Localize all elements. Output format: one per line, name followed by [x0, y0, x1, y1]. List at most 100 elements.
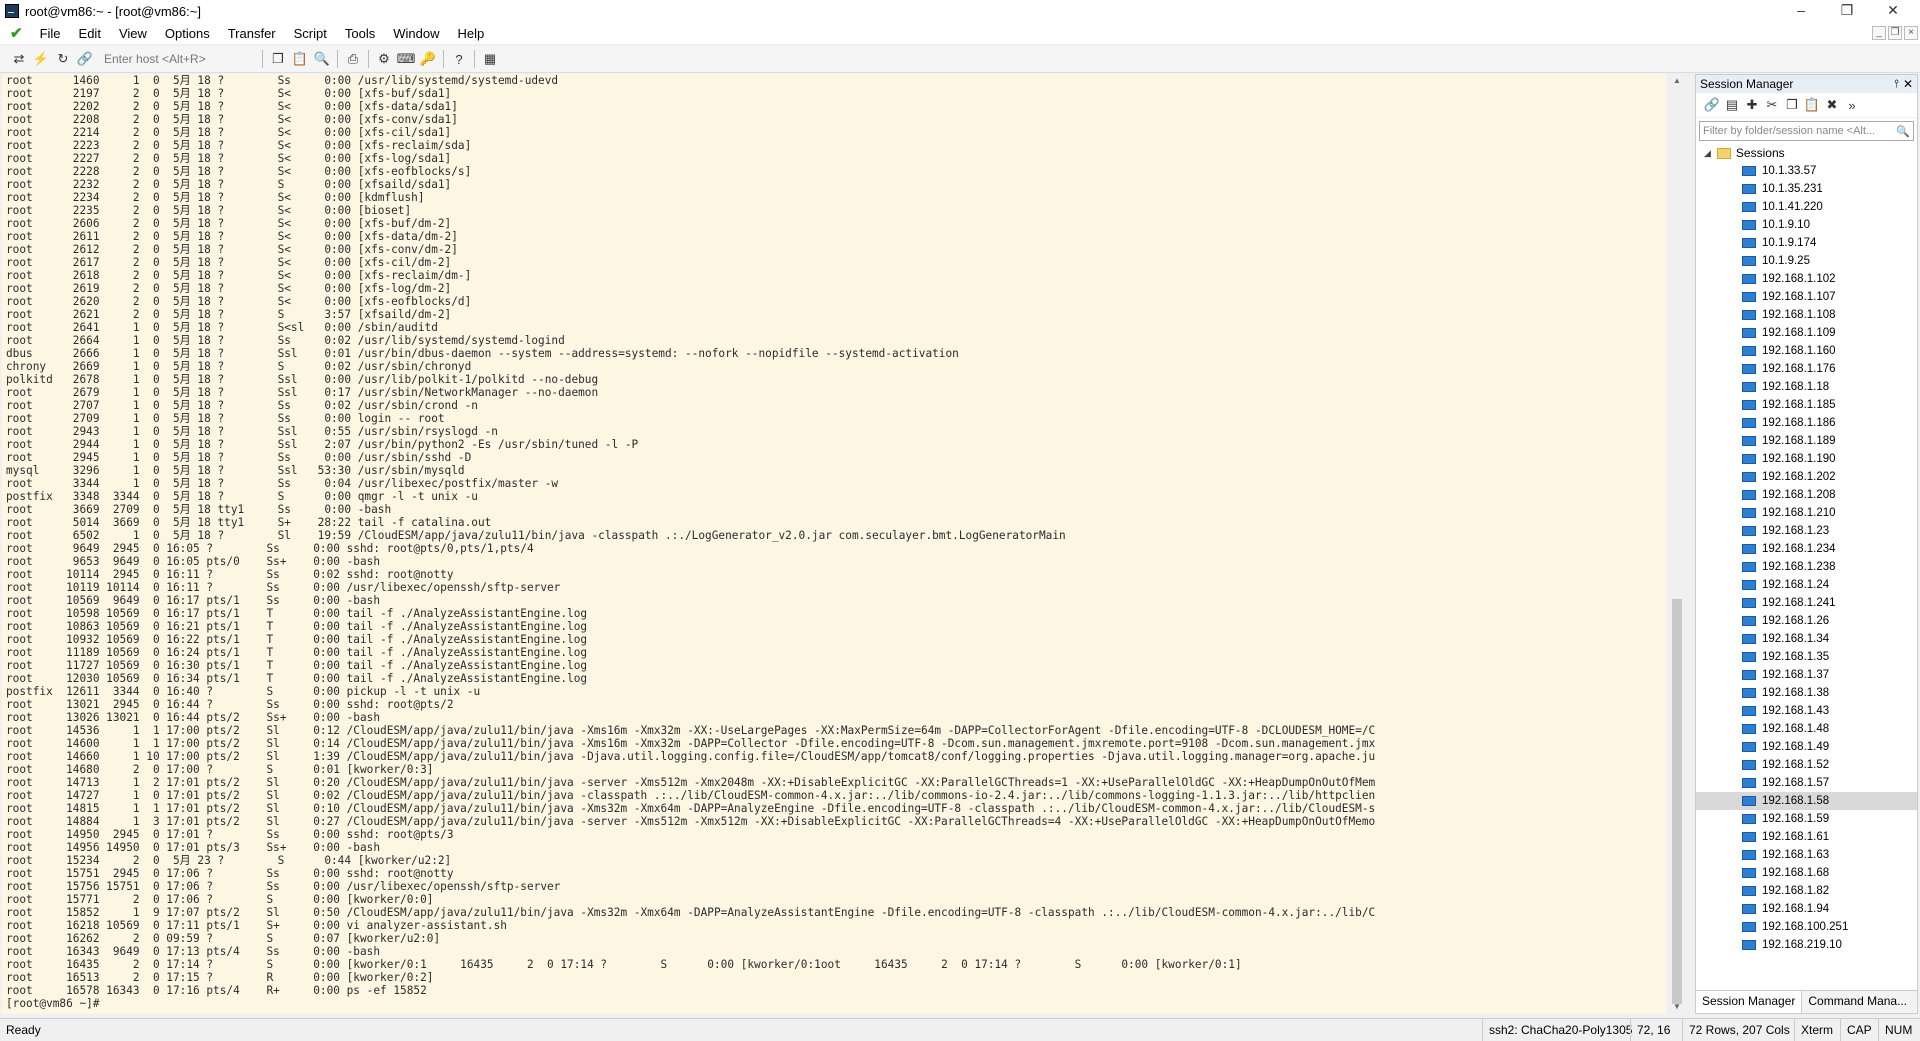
- session-item[interactable]: 192.168.1.176: [1696, 360, 1917, 378]
- session-item[interactable]: 192.168.1.59: [1696, 810, 1917, 828]
- session-item[interactable]: 192.168.1.38: [1696, 684, 1917, 702]
- session-item[interactable]: 192.168.1.18: [1696, 378, 1917, 396]
- session-item[interactable]: 192.168.1.61: [1696, 828, 1917, 846]
- menu-script[interactable]: Script: [285, 26, 336, 41]
- session-item[interactable]: 192.168.1.26: [1696, 612, 1917, 630]
- session-item[interactable]: 192.168.1.82: [1696, 882, 1917, 900]
- add-session-icon[interactable]: ✚: [1742, 95, 1762, 115]
- session-item[interactable]: 192.168.1.57: [1696, 774, 1917, 792]
- reconnect-icon[interactable]: ↻: [52, 49, 74, 69]
- session-item[interactable]: 192.168.1.49: [1696, 738, 1917, 756]
- mdi-close-button[interactable]: ×: [1904, 26, 1918, 40]
- find-icon[interactable]: 🔍: [311, 49, 333, 69]
- menu-edit[interactable]: Edit: [70, 26, 110, 41]
- print-icon[interactable]: ⎙: [342, 49, 364, 69]
- cut-icon[interactable]: ✂: [1762, 95, 1782, 115]
- menu-view[interactable]: View: [110, 26, 156, 41]
- session-item[interactable]: 192.168.1.234: [1696, 540, 1917, 558]
- session-item[interactable]: 10.1.9.10: [1696, 216, 1917, 234]
- maximize-button[interactable]: ❐: [1824, 0, 1870, 22]
- session-item[interactable]: 192.168.1.202: [1696, 468, 1917, 486]
- menu-transfer[interactable]: Transfer: [219, 26, 285, 41]
- session-item[interactable]: 10.1.9.25: [1696, 252, 1917, 270]
- session-item[interactable]: 192.168.1.109: [1696, 324, 1917, 342]
- expand-triangle-icon[interactable]: ◢: [1704, 148, 1711, 159]
- session-item[interactable]: 192.168.1.189: [1696, 432, 1917, 450]
- session-item[interactable]: 192.168.1.102: [1696, 270, 1917, 288]
- quick-connect-icon[interactable]: ⚡: [30, 49, 52, 69]
- host-input[interactable]: Enter host <Alt+R>: [100, 50, 254, 68]
- copy-icon[interactable]: ❐: [267, 49, 289, 69]
- session-item-label: 192.168.219.10: [1762, 939, 1842, 951]
- pin-icon[interactable]: ⫯: [1894, 78, 1899, 91]
- tab-command-manager[interactable]: Command Mana...: [1802, 991, 1913, 1013]
- copy-session-icon[interactable]: ❐: [1782, 95, 1802, 115]
- session-item[interactable]: 192.168.1.23: [1696, 522, 1917, 540]
- session-item[interactable]: 192.168.1.34: [1696, 630, 1917, 648]
- menu-help[interactable]: Help: [448, 26, 493, 41]
- help-icon[interactable]: ?: [448, 49, 470, 69]
- session-item-label: 10.1.9.10: [1762, 219, 1810, 231]
- scroll-down-arrow-icon[interactable]: ▼: [1669, 1000, 1685, 1014]
- overflow-chevron-icon[interactable]: »: [1842, 95, 1862, 115]
- session-item[interactable]: 192.168.1.94: [1696, 900, 1917, 918]
- screenshot-icon[interactable]: ▦: [479, 49, 501, 69]
- session-item[interactable]: 10.1.41.220: [1696, 198, 1917, 216]
- terminal-line: root 3344 1 0 5月 18 ? Ss 0:04 /usr/libex…: [6, 477, 559, 490]
- delete-session-icon[interactable]: ✖: [1822, 95, 1842, 115]
- session-item[interactable]: 10.1.9.174: [1696, 234, 1917, 252]
- menu-window[interactable]: Window: [384, 26, 448, 41]
- session-item-label: 10.1.41.220: [1762, 201, 1823, 213]
- session-item[interactable]: 192.168.1.48: [1696, 720, 1917, 738]
- close-button[interactable]: ✕: [1870, 0, 1916, 22]
- sessions-folder[interactable]: ◢ Sessions: [1696, 144, 1917, 162]
- menu-file[interactable]: File: [31, 26, 70, 41]
- scroll-up-arrow-icon[interactable]: ▲: [1669, 74, 1685, 88]
- session-item[interactable]: 192.168.219.10: [1696, 936, 1917, 954]
- session-item[interactable]: 192.168.1.186: [1696, 414, 1917, 432]
- paste-icon[interactable]: 📋: [289, 49, 311, 69]
- status-num: NUM: [1878, 1019, 1912, 1041]
- keymap-icon[interactable]: ⌨: [395, 49, 417, 69]
- session-item[interactable]: 10.1.33.57: [1696, 162, 1917, 180]
- mdi-minimize-button[interactable]: _: [1872, 26, 1886, 40]
- session-item[interactable]: 192.168.1.238: [1696, 558, 1917, 576]
- connect-icon[interactable]: ⇄: [8, 49, 30, 69]
- link-icon[interactable]: 🔗: [74, 49, 96, 69]
- session-item[interactable]: 192.168.1.241: [1696, 594, 1917, 612]
- session-filter-input[interactable]: Filter by folder/session name <Alt... 🔍: [1699, 121, 1914, 141]
- session-item[interactable]: 192.168.1.52: [1696, 756, 1917, 774]
- monitor-icon: [1742, 580, 1756, 590]
- open-tab-icon[interactable]: ▤: [1722, 95, 1742, 115]
- session-item[interactable]: 192.168.1.24: [1696, 576, 1917, 594]
- menu-tools[interactable]: Tools: [336, 26, 384, 41]
- key-icon[interactable]: 🔑: [417, 49, 439, 69]
- session-item-label: 192.168.1.34: [1762, 633, 1830, 645]
- session-item[interactable]: 192.168.100.251: [1696, 918, 1917, 936]
- paste-session-icon[interactable]: 📋: [1802, 95, 1822, 115]
- link-session-icon[interactable]: 🔗: [1702, 95, 1722, 115]
- menu-options[interactable]: Options: [156, 26, 219, 41]
- tab-session-manager[interactable]: Session Manager: [1696, 991, 1803, 1013]
- terminal-scrollbar[interactable]: ▲ ▼: [1669, 74, 1685, 1014]
- panel-close-icon[interactable]: ✕: [1903, 77, 1913, 91]
- session-item[interactable]: 192.168.1.58: [1696, 792, 1917, 810]
- session-item[interactable]: 192.168.1.37: [1696, 666, 1917, 684]
- session-item[interactable]: 192.168.1.107: [1696, 288, 1917, 306]
- mdi-restore-button[interactable]: ❐: [1888, 26, 1902, 40]
- scrollbar-thumb[interactable]: [1672, 599, 1682, 1004]
- session-item[interactable]: 192.168.1.160: [1696, 342, 1917, 360]
- session-item[interactable]: 192.168.1.208: [1696, 486, 1917, 504]
- session-item[interactable]: 192.168.1.210: [1696, 504, 1917, 522]
- session-item[interactable]: 192.168.1.68: [1696, 864, 1917, 882]
- session-item[interactable]: 192.168.1.185: [1696, 396, 1917, 414]
- session-item[interactable]: 192.168.1.35: [1696, 648, 1917, 666]
- session-item[interactable]: 192.168.1.63: [1696, 846, 1917, 864]
- minimize-button[interactable]: –: [1778, 0, 1824, 22]
- session-item[interactable]: 192.168.1.43: [1696, 702, 1917, 720]
- settings-gear-icon[interactable]: ⚙: [373, 49, 395, 69]
- session-item[interactable]: 10.1.35.231: [1696, 180, 1917, 198]
- session-item[interactable]: 192.168.1.108: [1696, 306, 1917, 324]
- session-item[interactable]: 192.168.1.190: [1696, 450, 1917, 468]
- terminal-pane[interactable]: root 1460 1 0 5月 18 ? Ss 0:00 /usr/lib/s…: [2, 74, 1667, 1014]
